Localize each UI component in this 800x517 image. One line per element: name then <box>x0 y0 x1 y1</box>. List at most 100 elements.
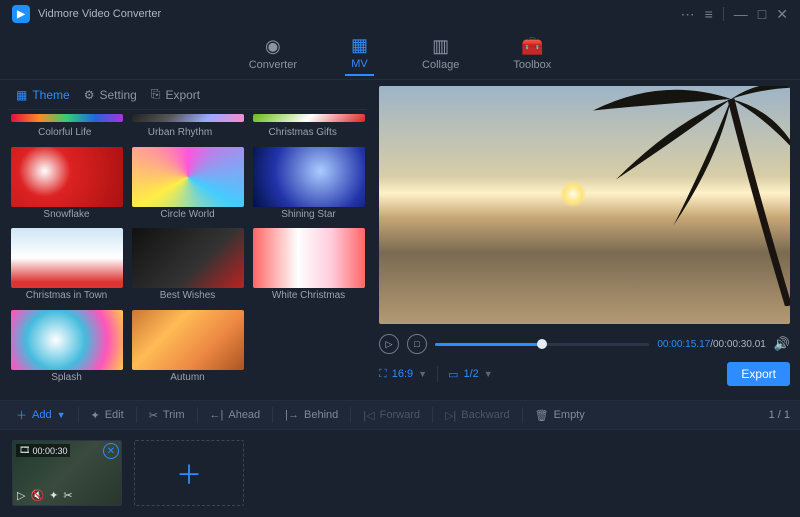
theme-christmas-town[interactable] <box>11 228 123 288</box>
separator <box>350 407 351 423</box>
app-logo: ▶ <box>12 5 30 23</box>
theme-circle-world[interactable] <box>132 147 244 207</box>
nav-label: MV <box>351 58 368 70</box>
export-button[interactable]: Export <box>727 362 790 386</box>
feedback-icon[interactable]: ⋯ <box>681 6 695 23</box>
theme-thumb[interactable] <box>253 114 365 122</box>
theme-snowflake[interactable] <box>11 147 123 207</box>
nav-label: Converter <box>249 59 297 71</box>
tool-label: Add <box>32 409 52 421</box>
chevron-down-icon: ▼ <box>484 369 493 379</box>
clip-trim-icon[interactable]: ✂ <box>63 489 72 502</box>
volume-icon[interactable]: 🔊 <box>774 336 790 352</box>
nav-mv[interactable]: ▦ MV <box>345 31 374 76</box>
gear-icon: ⚙ <box>84 88 95 102</box>
tool-label: Empty <box>554 409 585 421</box>
seek-fill <box>435 343 542 346</box>
plus-icon: ＋ <box>176 455 202 492</box>
theme-best-wishes[interactable] <box>132 228 244 288</box>
separator <box>437 366 438 382</box>
theme-label: Shining Star <box>281 209 335 220</box>
theme-label: Christmas in Town <box>26 290 108 301</box>
play-button[interactable]: ▷ <box>379 334 399 354</box>
maximize-icon[interactable]: □ <box>758 6 766 22</box>
trim-button[interactable]: ✂ Trim <box>143 406 191 425</box>
nav-label: Collage <box>422 59 459 71</box>
theme-label: Splash <box>51 372 82 383</box>
ahead-button[interactable]: ←|Ahead <box>204 406 267 424</box>
tool-label: Ahead <box>228 409 260 421</box>
sequence-value: 1/2 <box>463 368 478 380</box>
aspect-value: 16:9 <box>392 368 413 380</box>
theme-shining-star[interactable] <box>253 147 365 207</box>
timeline: 🎞00:00:30 ✕ ▷ 🔇 ✦ ✂ ＋ <box>0 430 800 515</box>
theme-thumb[interactable] <box>132 114 244 122</box>
toolbox-icon: 🧰 <box>521 36 543 57</box>
nav-toolbox[interactable]: 🧰 Toolbox <box>507 32 557 75</box>
empty-button[interactable]: 🗑 Empty <box>529 406 591 425</box>
theme-autumn[interactable] <box>132 310 244 370</box>
nav-label: Toolbox <box>513 59 551 71</box>
tab-label: Export <box>165 88 200 102</box>
video-preview[interactable] <box>379 86 790 324</box>
backward-button: ▷| Backward <box>439 406 516 425</box>
trash-icon: 🗑 <box>535 409 549 422</box>
titlebar: ▶ Vidmore Video Converter ⋯ ≡ — □ ✕ <box>0 0 800 28</box>
clip-play-icon[interactable]: ▷ <box>17 489 25 502</box>
separator <box>197 407 198 423</box>
chevron-down-icon: ▼ <box>418 369 427 379</box>
tab-setting[interactable]: ⚙ Setting <box>84 88 137 102</box>
clip-remove-button[interactable]: ✕ <box>103 443 119 459</box>
theme-thumb[interactable] <box>11 114 123 122</box>
timecode: 00:00:15.17/00:00:30.01 <box>657 339 765 350</box>
add-clip-slot[interactable]: ＋ <box>134 440 244 506</box>
stop-button[interactable]: □ <box>407 334 427 354</box>
scissors-icon: ✂ <box>149 409 158 422</box>
separator <box>522 407 523 423</box>
seek-thumb[interactable] <box>537 339 547 349</box>
behind-button[interactable]: |→Behind <box>279 406 344 424</box>
clip-item[interactable]: 🎞00:00:30 ✕ ▷ 🔇 ✦ ✂ <box>12 440 122 506</box>
clip-edit-icon[interactable]: ✦ <box>49 489 58 502</box>
separator <box>136 407 137 423</box>
edit-button[interactable]: ✦Edit <box>85 406 130 425</box>
nav-converter[interactable]: ◉ Converter <box>243 32 303 75</box>
theme-label: White Christmas <box>272 290 345 301</box>
palm-graphic <box>570 86 790 306</box>
collage-icon: ▥ <box>432 36 449 57</box>
minimize-icon[interactable]: — <box>734 6 748 22</box>
separator <box>432 407 433 423</box>
theme-label: Best Wishes <box>160 290 216 301</box>
tool-label: Trim <box>163 409 185 421</box>
theme-panel: ▦ Theme ⚙ Setting ⎘ Export Colorful Life… <box>0 80 375 400</box>
grid-icon: ▦ <box>16 88 27 102</box>
aspect-icon: ⛶ <box>379 368 387 381</box>
separator <box>272 407 273 423</box>
clip-toolbar: ＋Add▼ ✦Edit ✂Trim ←|Ahead |→Behind |◁For… <box>0 400 800 430</box>
nav-collage[interactable]: ▥ Collage <box>416 32 465 75</box>
tool-label: Forward <box>380 409 420 421</box>
tab-theme[interactable]: ▦ Theme <box>16 88 70 102</box>
add-button[interactable]: ＋Add▼ <box>10 404 72 426</box>
plus-icon: ＋ <box>16 407 27 423</box>
theme-label: Christmas Gifts <box>268 127 336 143</box>
time-current: 00:00:15.17 <box>657 339 710 350</box>
seek-track[interactable] <box>435 343 649 346</box>
theme-splash[interactable] <box>11 310 123 370</box>
clip-mute-icon[interactable]: 🔇 <box>30 489 44 502</box>
aspect-ratio-select[interactable]: ⛶ 16:9 ▼ <box>379 368 427 381</box>
sequence-select[interactable]: ▭ 1/2 ▼ <box>448 368 493 381</box>
tool-label: Backward <box>461 409 509 421</box>
tab-export[interactable]: ⎘ Export <box>151 87 200 102</box>
close-icon[interactable]: ✕ <box>776 6 788 23</box>
menu-icon[interactable]: ≡ <box>705 6 713 22</box>
app-title: Vidmore Video Converter <box>38 8 161 20</box>
skip-fwd-icon: ▷| <box>445 409 456 422</box>
theme-label: Snowflake <box>43 209 89 220</box>
film-icon: ▭ <box>448 368 458 381</box>
time-total: 00:00:30.01 <box>713 339 766 350</box>
theme-label: Colorful Life <box>38 127 91 143</box>
top-nav: ◉ Converter ▦ MV ▥ Collage 🧰 Toolbox <box>0 28 800 80</box>
theme-white-christmas[interactable] <box>253 228 365 288</box>
theme-label: Circle World <box>160 209 214 220</box>
